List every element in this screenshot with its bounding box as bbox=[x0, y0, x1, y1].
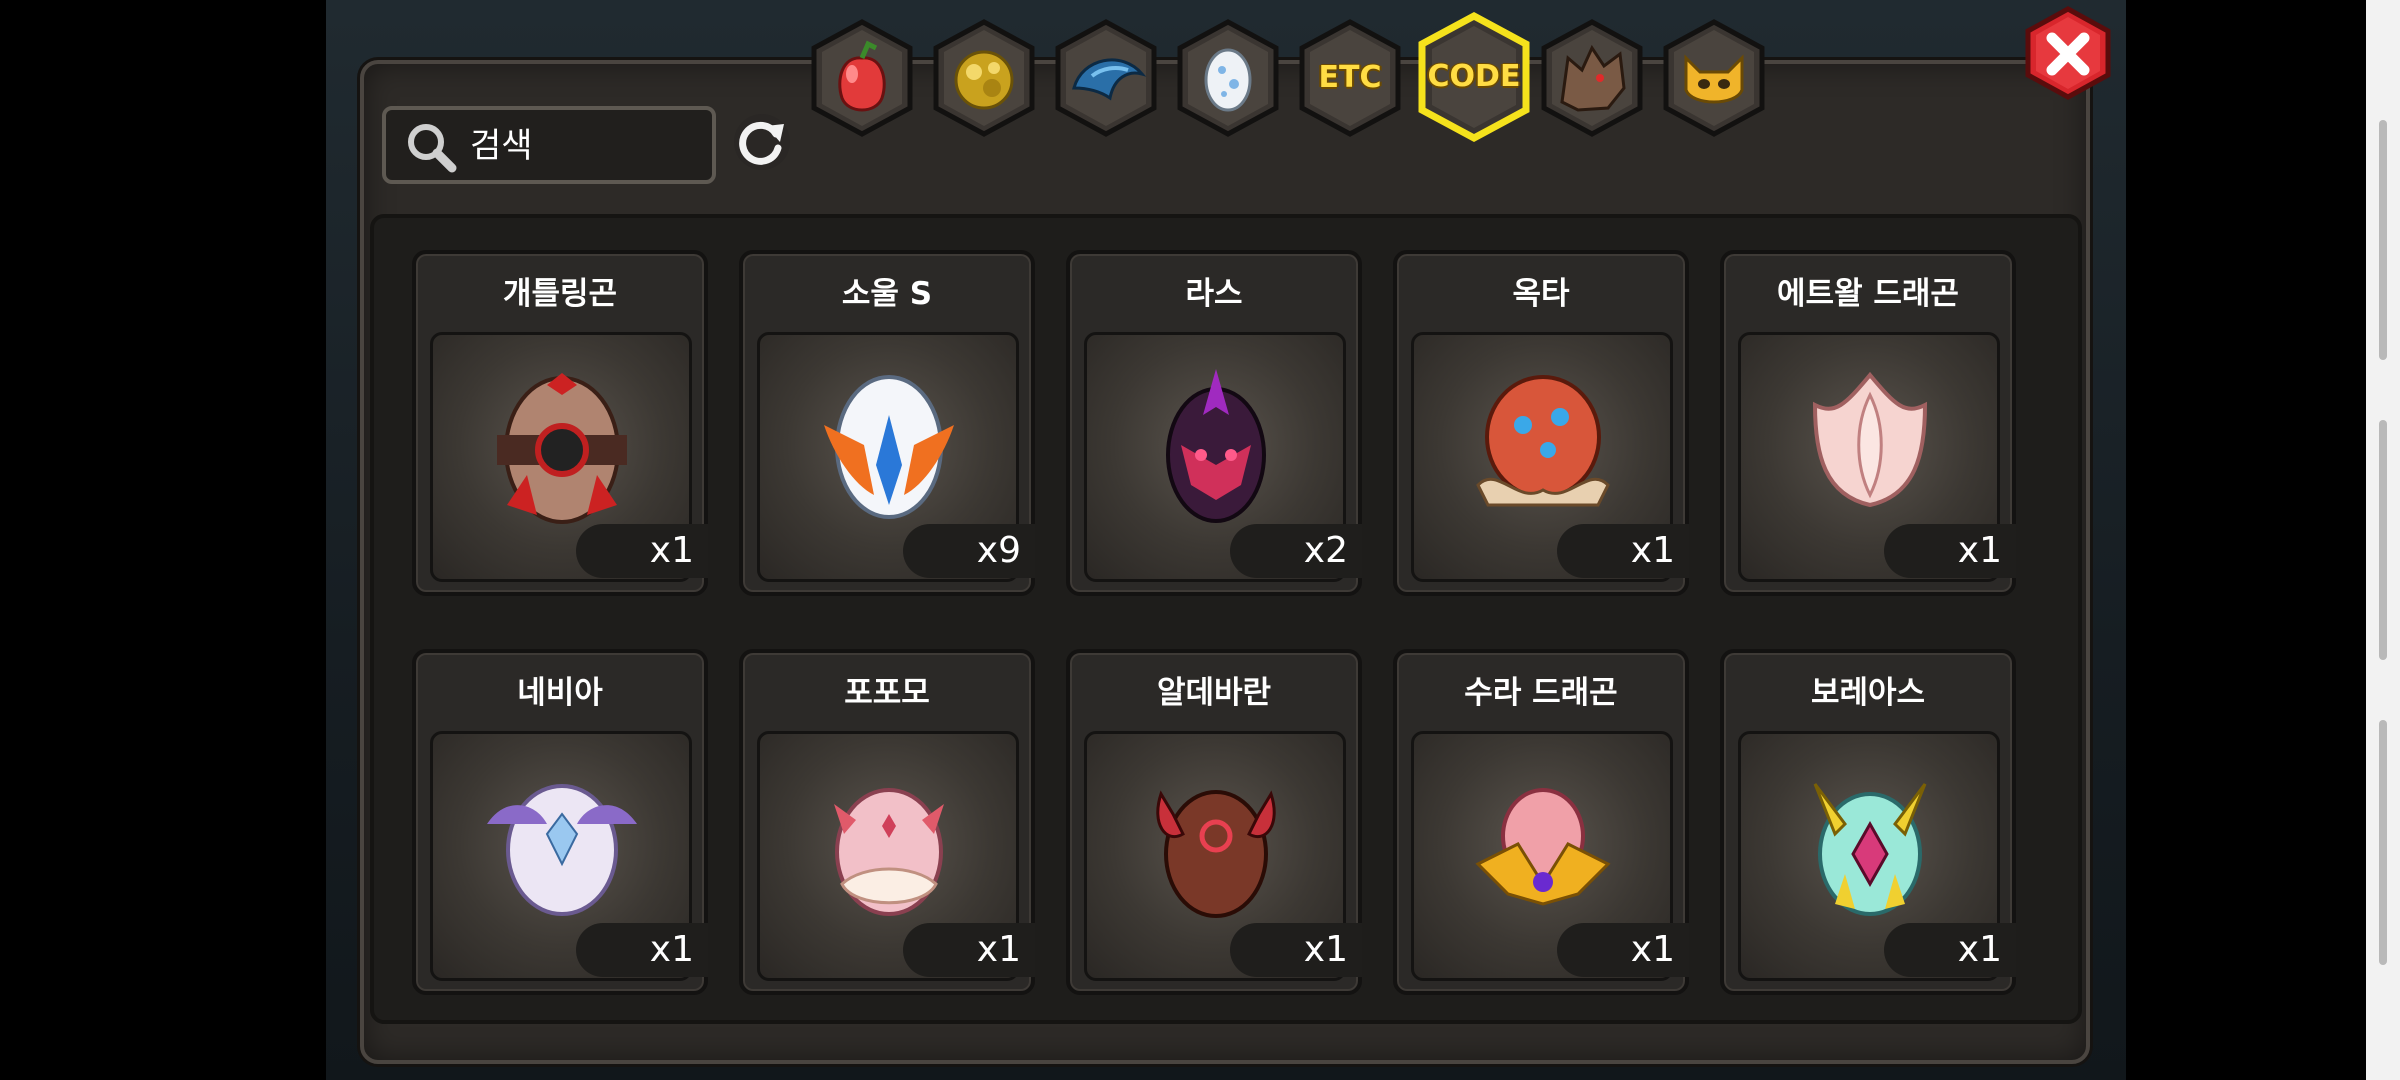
beast-head-icon bbox=[1541, 19, 1643, 137]
item-card[interactable]: 포포모 x1 bbox=[739, 649, 1035, 995]
item-name: 네비아 bbox=[517, 675, 603, 711]
item-name: 보레아스 bbox=[1810, 675, 1926, 711]
close-button[interactable] bbox=[2024, 6, 2112, 100]
item-name: 라스 bbox=[1185, 276, 1243, 312]
item-card[interactable]: 옥타 x1 bbox=[1393, 250, 1689, 596]
scrollbar-thumb-bottom[interactable] bbox=[2379, 720, 2387, 965]
tab-scale[interactable] bbox=[1052, 18, 1160, 138]
item-quantity: x1 bbox=[576, 923, 708, 977]
item-quantity: x1 bbox=[1884, 524, 2016, 578]
etoile-dragon-egg-icon bbox=[1812, 371, 1928, 508]
item-card[interactable]: 에트왈 드래곤 x1 bbox=[1720, 250, 2016, 596]
horned-mask-icon bbox=[1663, 19, 1765, 137]
tab-fruit[interactable] bbox=[808, 18, 916, 138]
tab-etc-label: ETC bbox=[1318, 60, 1382, 95]
item-name: 개틀링곤 bbox=[502, 276, 618, 312]
search-box[interactable] bbox=[382, 106, 716, 184]
sura-dragon-egg-icon bbox=[1475, 788, 1611, 906]
item-quantity: x1 bbox=[1557, 524, 1689, 578]
item-card[interactable]: 라스 x2 bbox=[1066, 250, 1362, 596]
tab-beast[interactable] bbox=[1538, 18, 1646, 138]
popomo-egg-icon bbox=[834, 788, 944, 916]
item-quantity: x9 bbox=[903, 524, 1035, 578]
item-quantity: x2 bbox=[1230, 524, 1362, 578]
search-input[interactable] bbox=[470, 124, 700, 168]
item-name: 소울 S bbox=[841, 276, 933, 312]
egg-icon bbox=[1177, 19, 1279, 137]
tab-mask[interactable] bbox=[1660, 18, 1768, 138]
item-name: 포포모 bbox=[844, 675, 930, 711]
item-name: 옥타 bbox=[1512, 276, 1570, 312]
aldebaran-egg-icon bbox=[1156, 790, 1276, 918]
item-card[interactable]: 알데바란 x1 bbox=[1066, 649, 1362, 995]
scrollbar-thumb-middle[interactable] bbox=[2379, 420, 2387, 660]
tab-code-label: CODE bbox=[1427, 59, 1521, 94]
item-name: 수라 드래곤 bbox=[1464, 675, 1618, 711]
scrollbar-thumb-top[interactable] bbox=[2379, 120, 2387, 360]
red-fruit-icon bbox=[811, 19, 913, 137]
item-card[interactable]: 소울 S x9 bbox=[739, 250, 1035, 596]
item-quantity: x1 bbox=[576, 524, 708, 578]
item-name: 알데바란 bbox=[1156, 675, 1272, 711]
tab-egg[interactable] bbox=[1174, 18, 1282, 138]
nebia-egg-icon bbox=[487, 784, 637, 916]
search-icon bbox=[408, 124, 457, 173]
item-card[interactable]: 수라 드래곤 x1 bbox=[1393, 649, 1689, 995]
item-card[interactable]: 네비아 x1 bbox=[412, 649, 708, 995]
soul-s-egg-icon bbox=[824, 375, 954, 519]
octa-egg-icon bbox=[1476, 375, 1610, 507]
ras-egg-icon bbox=[1166, 369, 1266, 523]
tab-etc[interactable]: ETC bbox=[1296, 18, 1404, 138]
item-quantity: x1 bbox=[903, 923, 1035, 977]
gold-ore-icon bbox=[933, 19, 1035, 137]
item-card[interactable]: 개틀링곤 x1 bbox=[412, 250, 708, 596]
tab-gold[interactable] bbox=[930, 18, 1038, 138]
tab-code-active[interactable]: CODE bbox=[1416, 12, 1532, 142]
boreas-egg-icon bbox=[1813, 783, 1927, 916]
refresh-icon[interactable] bbox=[730, 110, 794, 174]
item-quantity: x1 bbox=[1884, 923, 2016, 977]
item-card[interactable]: 보레아스 x1 bbox=[1720, 649, 2016, 995]
blue-scale-icon bbox=[1055, 19, 1157, 137]
item-name: 에트왈 드래곤 bbox=[1777, 276, 1959, 312]
gatlingon-egg-icon bbox=[497, 373, 627, 524]
browser-scrollbar[interactable] bbox=[2366, 0, 2400, 1080]
item-quantity: x1 bbox=[1230, 923, 1362, 977]
item-quantity: x1 bbox=[1557, 923, 1689, 977]
